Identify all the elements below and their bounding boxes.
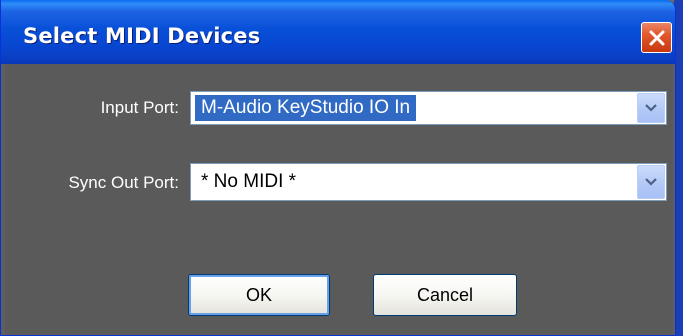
title-bar[interactable]: Select MIDI Devices	[1, 0, 675, 64]
input-port-dropdown-button[interactable]	[637, 93, 665, 123]
input-port-value: M-Audio KeyStudio IO In	[195, 95, 417, 121]
sync-out-port-value: * No MIDI *	[201, 171, 297, 192]
dialog-frame: Select MIDI Devices Input Port: M-Audio …	[0, 0, 676, 336]
close-button[interactable]	[641, 22, 672, 53]
window-title: Select MIDI Devices	[23, 24, 261, 48]
ok-button[interactable]: OK	[188, 274, 330, 316]
input-port-label: Input Port:	[100, 98, 179, 117]
sync-out-port-select[interactable]: * No MIDI *	[190, 163, 667, 201]
input-port-select[interactable]: M-Audio KeyStudio IO In	[190, 91, 667, 125]
sync-out-port-label: Sync Out Port:	[68, 173, 179, 192]
sync-out-port-dropdown-button[interactable]	[637, 165, 665, 199]
dialog-window: Select MIDI Devices Input Port: M-Audio …	[0, 0, 683, 336]
cancel-button[interactable]: Cancel	[373, 274, 517, 316]
